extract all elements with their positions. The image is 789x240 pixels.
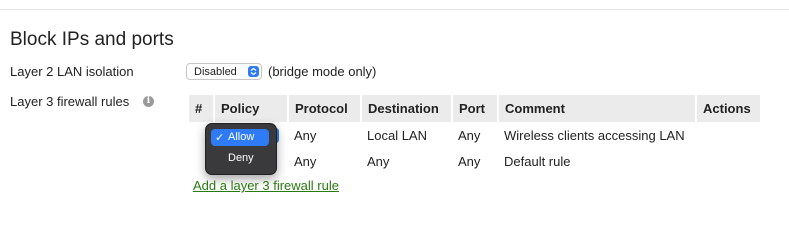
- column-header-number: #: [189, 95, 215, 122]
- page-title: Block IPs and ports: [10, 29, 174, 50]
- layer2-isolation-select[interactable]: Disabled: [186, 63, 262, 80]
- layer2-isolation-label: Layer 2 LAN isolation: [10, 64, 134, 79]
- column-header-destination: Destination: [361, 95, 453, 122]
- comment-cell: Default rule: [504, 153, 571, 169]
- comment-cell: Wireless clients accessing LAN: [504, 127, 685, 143]
- actions-cell: [696, 148, 761, 174]
- layer3-rules-label: Layer 3 firewall rules: [10, 94, 130, 109]
- add-layer3-rule-link[interactable]: Add a layer 3 firewall rule: [193, 178, 339, 193]
- column-header-port: Port: [452, 95, 499, 122]
- actions-cell: [696, 122, 761, 148]
- checkmark-icon: ✓: [215, 132, 225, 144]
- policy-option-deny[interactable]: Deny: [211, 150, 269, 167]
- bridge-mode-note: (bridge mode only): [268, 64, 377, 79]
- protocol-cell: Any: [294, 153, 317, 169]
- table-header-row: # Policy Protocol Destination Port Comme…: [189, 95, 762, 122]
- column-header-protocol: Protocol: [288, 95, 362, 122]
- policy-option-label: Deny: [228, 152, 254, 164]
- port-cell: Any: [458, 127, 481, 143]
- destination-cell: Any: [367, 153, 390, 169]
- destination-cell: Local LAN: [367, 127, 427, 143]
- column-header-comment: Comment: [498, 95, 697, 122]
- column-header-actions: Actions: [696, 95, 762, 122]
- policy-option-label: Allow: [228, 131, 255, 143]
- top-divider: [0, 9, 789, 10]
- layer2-isolation-value: Disabled: [194, 66, 237, 78]
- column-header-policy: Policy: [214, 95, 289, 122]
- info-icon[interactable]: i: [143, 96, 154, 107]
- policy-option-allow[interactable]: ✓ Allow: [211, 129, 269, 146]
- protocol-cell: Any: [294, 127, 317, 143]
- chevron-updown-icon: [248, 66, 259, 77]
- policy-dropdown-menu: ✓ Allow Deny: [205, 123, 277, 175]
- port-cell: Any: [458, 153, 481, 169]
